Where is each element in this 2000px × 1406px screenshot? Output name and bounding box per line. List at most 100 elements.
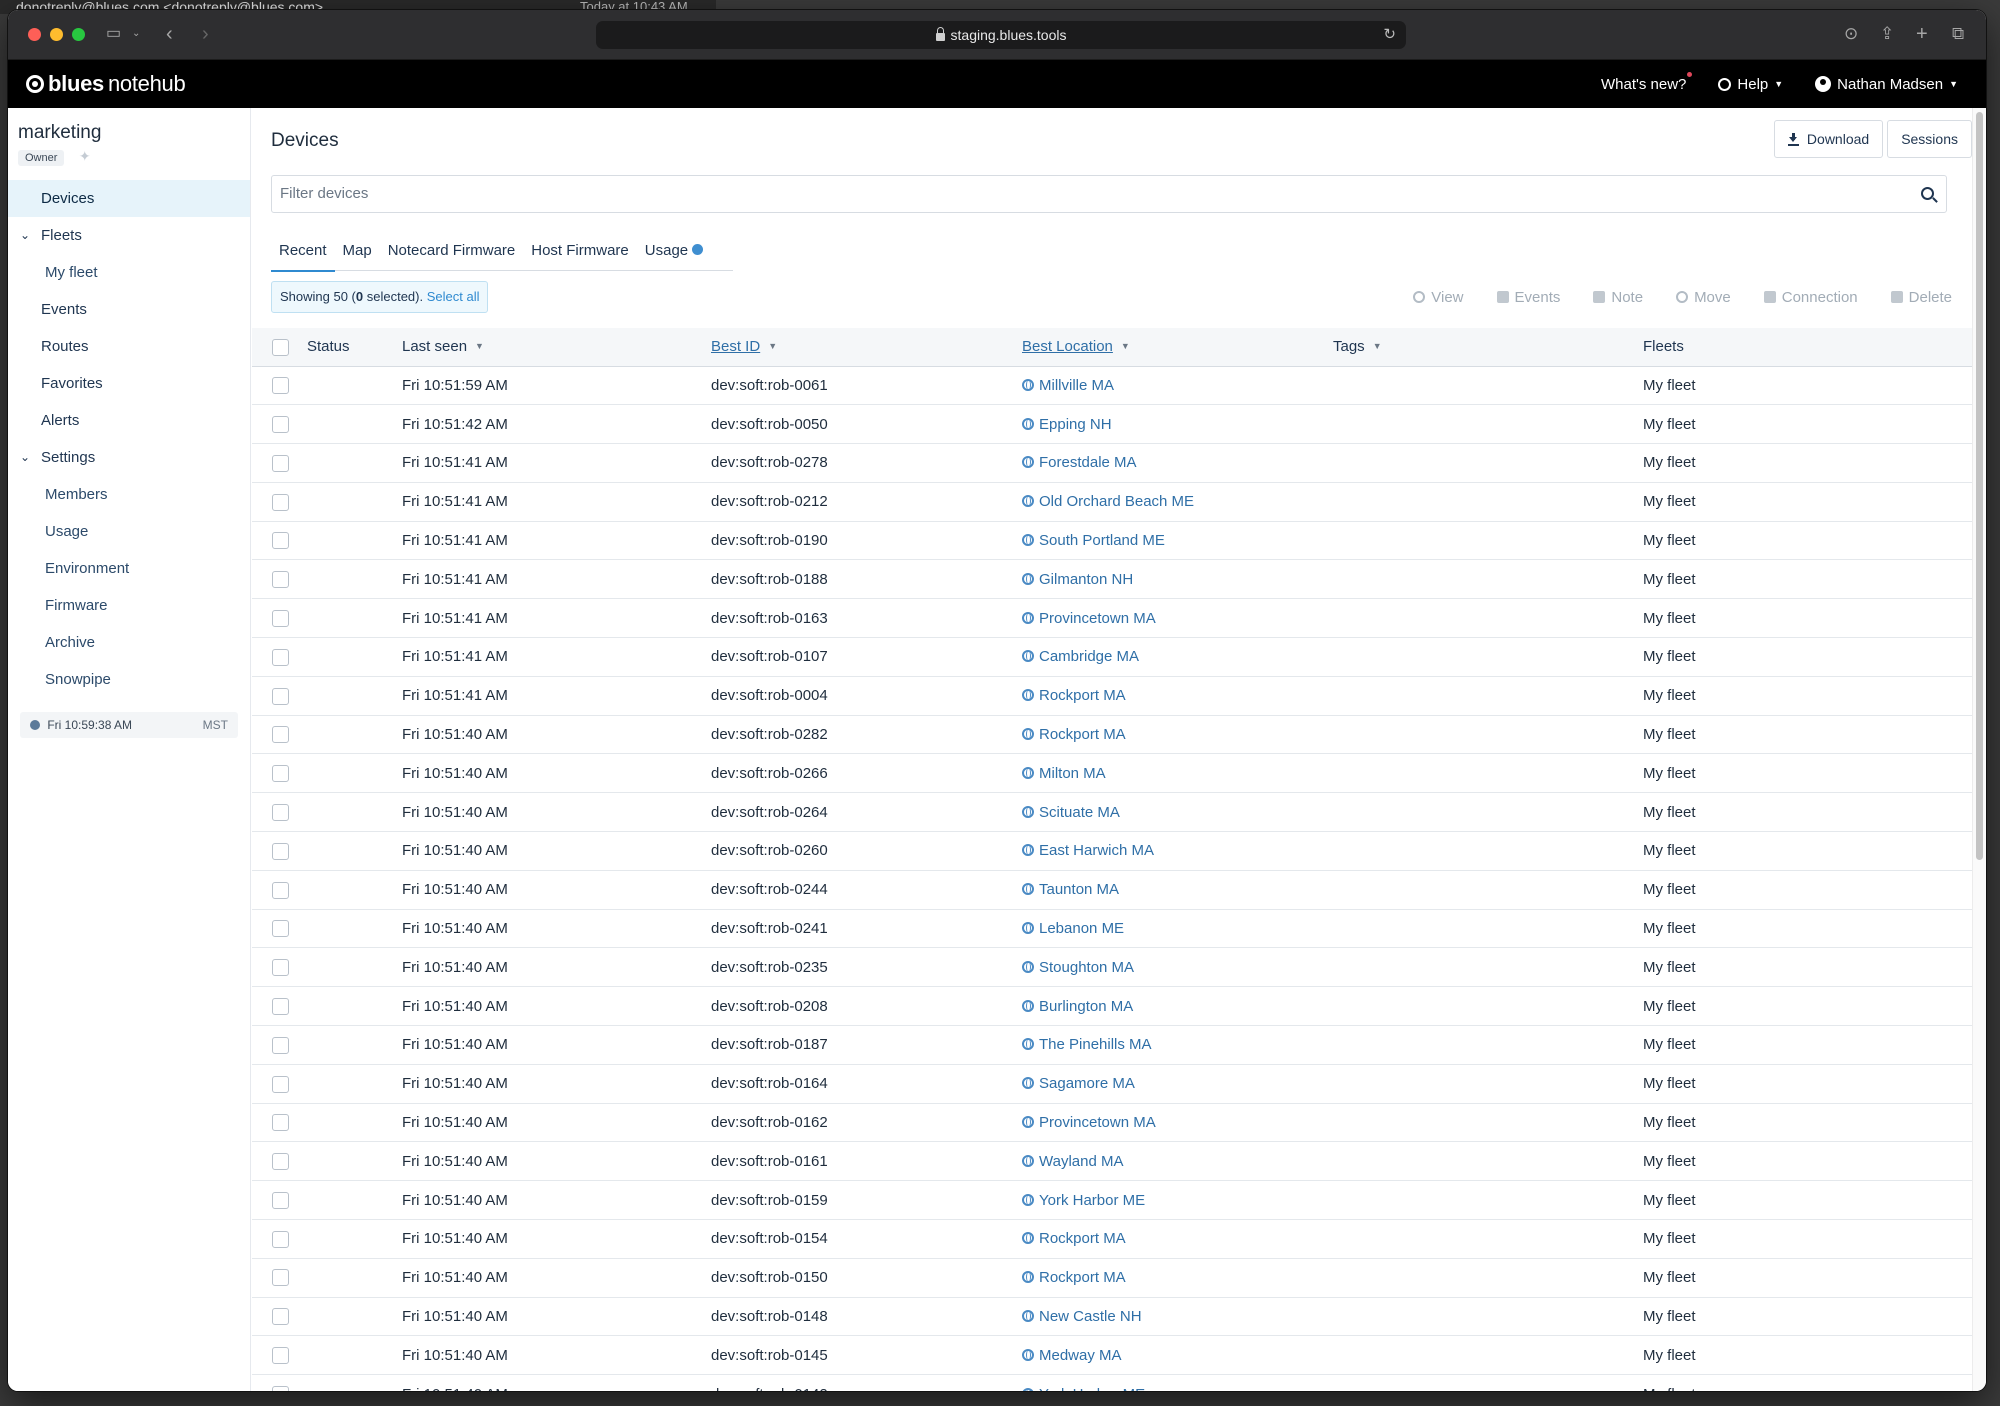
sidebar-item-fleets[interactable]: ⌄ Fleets	[8, 217, 250, 254]
sidebar-item-devices[interactable]: Devices	[8, 180, 250, 217]
table-row[interactable]: Fri 10:51:40 AM dev:soft:rob-0159 York Har…	[252, 1181, 1977, 1220]
best-location-cell[interactable]: Scituate MA	[1018, 793, 1329, 832]
share-icon[interactable]: ⇪	[1880, 22, 1894, 46]
table-row[interactable]: Fri 10:51:40 AM dev:soft:rob-0150 Rockport…	[252, 1258, 1977, 1298]
best-location-cell[interactable]: Rockport MA	[1018, 1258, 1329, 1297]
row-checkbox[interactable]	[272, 1230, 289, 1248]
table-row[interactable]: Fri 10:51:40 AM dev:soft:rob-0266 Milton M…	[252, 754, 1977, 793]
location-link[interactable]: Provincetown MA	[1039, 1114, 1156, 1131]
location-link[interactable]: York Harbor ME	[1039, 1192, 1145, 1209]
best-location-cell[interactable]: Medway MA	[1018, 1336, 1329, 1375]
location-link[interactable]: Milton MA	[1039, 765, 1106, 782]
sidebar-item-routes[interactable]: Routes	[8, 328, 250, 365]
row-checkbox[interactable]	[272, 571, 289, 589]
notehub-logo[interactable]: blues notehub	[26, 72, 186, 96]
best-location-cell[interactable]: Epping NH	[1018, 405, 1329, 444]
close-window-button[interactable]	[28, 28, 41, 41]
select-all-link[interactable]: Select all	[427, 289, 480, 304]
sidebar-item-my-fleet[interactable]: My fleet	[8, 254, 250, 291]
row-checkbox[interactable]	[272, 842, 289, 860]
table-row[interactable]: Fri 10:51:40 AM dev:soft:rob-0145 Medway M…	[252, 1336, 1977, 1375]
best-location-cell[interactable]: Millville MA	[1018, 366, 1329, 405]
sidebar-item-firmware[interactable]: Firmware	[8, 587, 250, 624]
best-location-cell[interactable]: Lebanon ME	[1018, 909, 1329, 948]
help-menu[interactable]: Help ▼	[1718, 76, 1783, 93]
location-link[interactable]: The Pinehills MA	[1039, 1036, 1152, 1053]
table-row[interactable]: Fri 10:51:41 AM dev:soft:rob-0163 Province…	[252, 599, 1977, 638]
row-checkbox[interactable]	[272, 1308, 289, 1326]
row-checkbox[interactable]	[272, 881, 289, 899]
table-row[interactable]: Fri 10:51:40 AM dev:soft:rob-0161 Wayland …	[252, 1142, 1977, 1181]
best-location-cell[interactable]: Stoughton MA	[1018, 948, 1329, 987]
location-link[interactable]: Epping NH	[1039, 416, 1112, 433]
row-checkbox[interactable]	[272, 532, 289, 550]
tab-overview-icon[interactable]: ⧉	[1952, 22, 1964, 46]
table-row[interactable]: Fri 10:51:40 AM dev:soft:rob-0282 Rockport…	[252, 715, 1977, 754]
location-link[interactable]: Rockport MA	[1039, 1230, 1126, 1247]
best-location-cell[interactable]: South Portland ME	[1018, 521, 1329, 560]
location-link[interactable]: Forestdale MA	[1039, 454, 1137, 471]
tab-notecard-firmware[interactable]: Notecard Firmware	[380, 233, 524, 271]
col-best-id[interactable]: Best ID ▼	[707, 328, 1018, 366]
row-checkbox[interactable]	[272, 493, 289, 511]
location-link[interactable]: South Portland ME	[1039, 532, 1165, 549]
location-link[interactable]: Burlington MA	[1039, 998, 1133, 1015]
sidebar-item-events[interactable]: Events	[8, 291, 250, 328]
col-fleets[interactable]: Fleets	[1640, 328, 1977, 366]
table-row[interactable]: Fri 10:51:41 AM dev:soft:rob-0190 South Po…	[252, 521, 1977, 560]
row-checkbox[interactable]	[272, 920, 289, 938]
page-scrollbar[interactable]	[1972, 108, 1986, 1391]
scrollbar-thumb[interactable]	[1976, 112, 1983, 860]
row-checkbox[interactable]	[272, 415, 289, 433]
chevron-down-icon[interactable]: ⌄	[20, 217, 30, 254]
location-link[interactable]: Rockport MA	[1039, 687, 1126, 704]
best-location-cell[interactable]: Taunton MA	[1018, 870, 1329, 909]
best-location-cell[interactable]: York Harbor ME	[1018, 1181, 1329, 1220]
best-location-cell[interactable]: Provincetown MA	[1018, 1103, 1329, 1142]
row-checkbox[interactable]	[272, 1385, 289, 1391]
address-bar[interactable]: staging.blues.tools ↻	[596, 21, 1406, 49]
location-link[interactable]: New Castle NH	[1039, 1308, 1142, 1325]
location-link[interactable]: Rockport MA	[1039, 726, 1126, 743]
move-action-button[interactable]: Move	[1676, 289, 1731, 306]
table-row[interactable]: Fri 10:51:40 AM dev:soft:rob-0187 The Pine…	[252, 1026, 1977, 1065]
reload-icon[interactable]: ↻	[1383, 21, 1396, 49]
row-checkbox[interactable]	[272, 803, 289, 821]
connection-action-button[interactable]: Connection	[1763, 289, 1858, 306]
location-link[interactable]: Lebanon ME	[1039, 920, 1124, 937]
sidebar-item-alerts[interactable]: Alerts	[8, 402, 250, 439]
row-checkbox[interactable]	[272, 377, 289, 395]
location-link[interactable]: East Harwich MA	[1039, 842, 1154, 859]
sidebar-item-archive[interactable]: Archive	[8, 624, 250, 661]
best-location-cell[interactable]: Burlington MA	[1018, 987, 1329, 1026]
sidebar-item-members[interactable]: Members	[8, 476, 250, 513]
row-checkbox[interactable]	[272, 1347, 289, 1365]
location-link[interactable]: Wayland MA	[1039, 1153, 1123, 1170]
location-link[interactable]: Gilmanton NH	[1039, 571, 1133, 588]
minimize-window-button[interactable]	[50, 28, 63, 41]
row-checkbox[interactable]	[272, 609, 289, 627]
row-checkbox[interactable]	[272, 1075, 289, 1093]
best-location-cell[interactable]: Rockport MA	[1018, 1220, 1329, 1259]
best-location-cell[interactable]: Sagamore MA	[1018, 1064, 1329, 1103]
location-link[interactable]: Cambridge MA	[1039, 648, 1139, 665]
best-location-cell[interactable]: Rockport MA	[1018, 676, 1329, 715]
sidebar-item-usage[interactable]: Usage	[8, 513, 250, 550]
tab-host-firmware[interactable]: Host Firmware	[523, 233, 637, 271]
location-link[interactable]: York Harbor ME	[1039, 1386, 1145, 1391]
location-link[interactable]: Old Orchard Beach ME	[1039, 493, 1194, 510]
best-location-cell[interactable]: Wayland MA	[1018, 1142, 1329, 1181]
filter-devices-input[interactable]	[280, 185, 1863, 202]
col-best-location[interactable]: Best Location ▼	[1018, 328, 1329, 366]
row-checkbox[interactable]	[272, 454, 289, 472]
downloads-icon[interactable]: ⊙	[1844, 22, 1858, 46]
row-checkbox[interactable]	[272, 1191, 289, 1209]
sessions-button[interactable]: Sessions	[1887, 120, 1972, 158]
table-row[interactable]: Fri 10:51:40 AM dev:soft:rob-0154 Rockport…	[252, 1220, 1977, 1259]
best-location-cell[interactable]: Provincetown MA	[1018, 599, 1329, 638]
tab-map[interactable]: Map	[335, 233, 380, 271]
note-action-button[interactable]: Note	[1593, 289, 1643, 306]
whats-new-link[interactable]: What's new?	[1601, 71, 1693, 93]
best-location-cell[interactable]: Gilmanton NH	[1018, 560, 1329, 599]
pin-icon[interactable]: ✦	[79, 148, 91, 165]
